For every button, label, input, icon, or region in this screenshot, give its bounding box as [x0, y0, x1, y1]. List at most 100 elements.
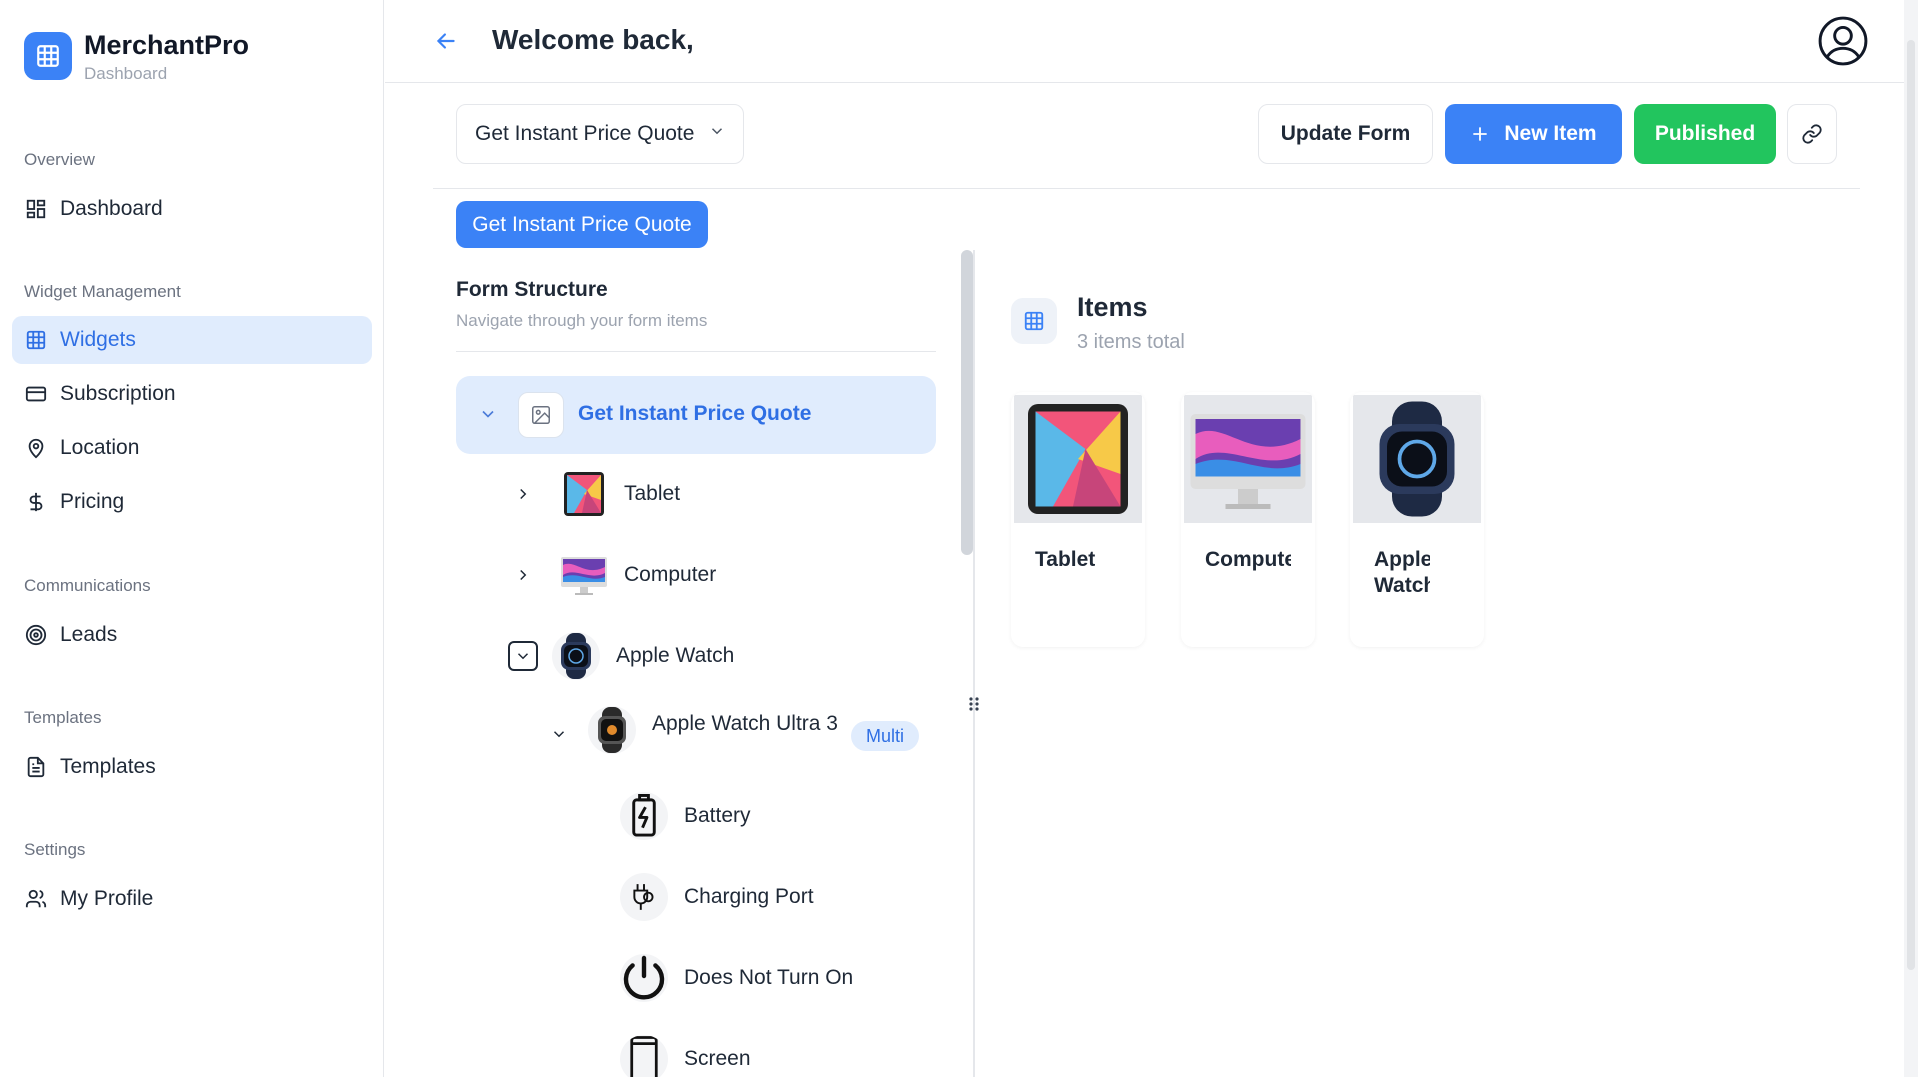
- grid-icon: [24, 32, 72, 80]
- sidebar-item-subscription[interactable]: Subscription: [12, 370, 372, 418]
- tree-item-charging-port[interactable]: Charging Port: [620, 869, 814, 925]
- published-button[interactable]: Published: [1634, 104, 1776, 164]
- items-count: 3 items total: [1077, 331, 1185, 353]
- tree-item-label: Apple Watch: [616, 644, 735, 667]
- map-pin-icon: [24, 436, 48, 460]
- tree-scrollbar[interactable]: [961, 250, 973, 555]
- page-title: Welcome back,: [492, 24, 694, 55]
- tree-root-item[interactable]: Get Instant Price Quote: [456, 376, 936, 454]
- nav-section-widget-management: Widget Management: [24, 282, 181, 301]
- chevron-down-icon[interactable]: [544, 719, 574, 749]
- form-select-dropdown[interactable]: Get Instant Price Quote: [456, 104, 744, 164]
- tree-item-computer[interactable]: Computer: [508, 547, 716, 603]
- charging-port-icon: [620, 873, 668, 921]
- power-icon: [620, 954, 668, 1002]
- page-scrollbar[interactable]: [1904, 0, 1918, 1077]
- form-tab-button[interactable]: Get Instant Price Quote: [456, 201, 708, 248]
- credit-card-icon: [24, 382, 48, 406]
- apple-watch-ultra-thumbnail: [588, 706, 636, 754]
- nav-section-communications: Communications: [24, 576, 151, 595]
- chevron-down-icon: [708, 122, 726, 146]
- form-structure-subtitle: Navigate through your form items: [456, 311, 708, 330]
- tree-item-battery[interactable]: Battery: [620, 788, 751, 844]
- grid-icon: [1011, 298, 1057, 344]
- tree-item-screen[interactable]: Screen: [620, 1031, 751, 1077]
- brand-name: MerchantPro: [84, 30, 250, 60]
- apple-watch-thumbnail: [552, 632, 600, 680]
- divider: [456, 351, 936, 352]
- chevron-right-icon[interactable]: [508, 560, 538, 590]
- form-structure-title: Form Structure: [456, 278, 608, 301]
- tree-item-label: Does Not Turn On: [684, 966, 854, 989]
- sidebar-item-label: My Profile: [60, 887, 154, 910]
- tree-item-tablet[interactable]: Tablet: [508, 466, 680, 522]
- sidebar-item-label: Location: [60, 436, 140, 459]
- chevron-right-icon[interactable]: [508, 479, 538, 509]
- brand[interactable]: MerchantPro Dashboard: [24, 28, 249, 86]
- chevron-down-icon[interactable]: [508, 641, 538, 671]
- image-icon: [518, 392, 564, 438]
- nav-section-settings: Settings: [24, 840, 86, 859]
- resize-handle-icon[interactable]: [966, 694, 982, 714]
- tree-item-apple-watch-ultra-3[interactable]: Apple Watch Ultra 3: [544, 706, 844, 762]
- item-card-label: Computer: [1205, 548, 1291, 571]
- tablet-thumbnail: [560, 470, 608, 518]
- user-icon: [24, 887, 48, 911]
- plus-icon: [1470, 124, 1490, 144]
- chevron-down-icon[interactable]: [478, 404, 498, 429]
- multi-badge: Multi: [851, 721, 919, 751]
- nav-section-overview: Overview: [24, 150, 95, 169]
- sidebar: MerchantPro Dashboard Overview Dashboard…: [0, 0, 384, 1077]
- target-icon: [24, 623, 48, 647]
- dollar-icon: [24, 490, 48, 514]
- tree-item-label: Computer: [624, 563, 717, 586]
- phone-screen-icon: [620, 1035, 668, 1077]
- sidebar-item-label: Pricing: [60, 490, 125, 513]
- nav-section-templates: Templates: [24, 708, 102, 727]
- brand-subtitle: Dashboard: [84, 64, 168, 83]
- sidebar-item-location[interactable]: Location: [12, 424, 372, 472]
- computer-thumbnail: [560, 551, 608, 599]
- sidebar-item-widgets[interactable]: Widgets: [12, 316, 372, 364]
- sidebar-item-label: Subscription: [60, 382, 176, 405]
- top-bar: Welcome back,: [385, 0, 1918, 83]
- sidebar-item-pricing[interactable]: Pricing: [12, 478, 372, 526]
- item-card-tablet[interactable]: Tablet: [1011, 392, 1145, 647]
- tree-item-apple-watch[interactable]: Apple Watch: [508, 628, 734, 684]
- computer-image: [1184, 395, 1312, 523]
- battery-icon: [620, 792, 668, 840]
- divider: [433, 188, 1860, 189]
- sidebar-item-my-profile[interactable]: My Profile: [12, 875, 372, 923]
- item-card-apple-watch[interactable]: Apple Watch: [1350, 392, 1484, 647]
- item-card-label: Apple Watch: [1374, 548, 1430, 597]
- new-item-label: New Item: [1504, 122, 1597, 145]
- user-avatar-icon[interactable]: [1818, 16, 1868, 66]
- tree-item-label: Tablet: [624, 482, 681, 505]
- document-icon: [24, 755, 48, 779]
- update-form-button[interactable]: Update Form: [1258, 104, 1433, 164]
- tree-item-label: Screen: [684, 1047, 751, 1070]
- sidebar-item-dashboard[interactable]: Dashboard: [12, 185, 372, 233]
- panel-divider: [973, 250, 975, 1077]
- link-icon: [1801, 123, 1823, 145]
- sidebar-item-leads[interactable]: Leads: [12, 611, 372, 659]
- tree-root-label: Get Instant Price Quote: [578, 402, 812, 425]
- tree-item-label: Apple Watch Ultra 3: [652, 712, 838, 735]
- item-card-label: Tablet: [1035, 548, 1096, 571]
- form-select-value: Get Instant Price Quote: [475, 122, 695, 145]
- copy-link-button[interactable]: [1787, 104, 1837, 164]
- tree-item-label: Charging Port: [684, 885, 814, 908]
- sidebar-item-label: Widgets: [60, 328, 136, 351]
- tree-item-does-not-turn-on[interactable]: Does Not Turn On: [620, 950, 853, 1006]
- sidebar-item-label: Leads: [60, 623, 118, 646]
- items-title: Items: [1077, 292, 1148, 322]
- grid-icon: [24, 328, 48, 352]
- back-arrow-icon[interactable]: [433, 28, 461, 56]
- new-item-button[interactable]: New Item: [1445, 104, 1622, 164]
- sidebar-item-label: Dashboard: [60, 197, 163, 220]
- item-card-computer[interactable]: Computer: [1181, 392, 1315, 647]
- apple-watch-image: [1353, 395, 1481, 523]
- tablet-image: [1014, 395, 1142, 523]
- dashboard-icon: [24, 197, 48, 221]
- sidebar-item-templates[interactable]: Templates: [12, 743, 372, 791]
